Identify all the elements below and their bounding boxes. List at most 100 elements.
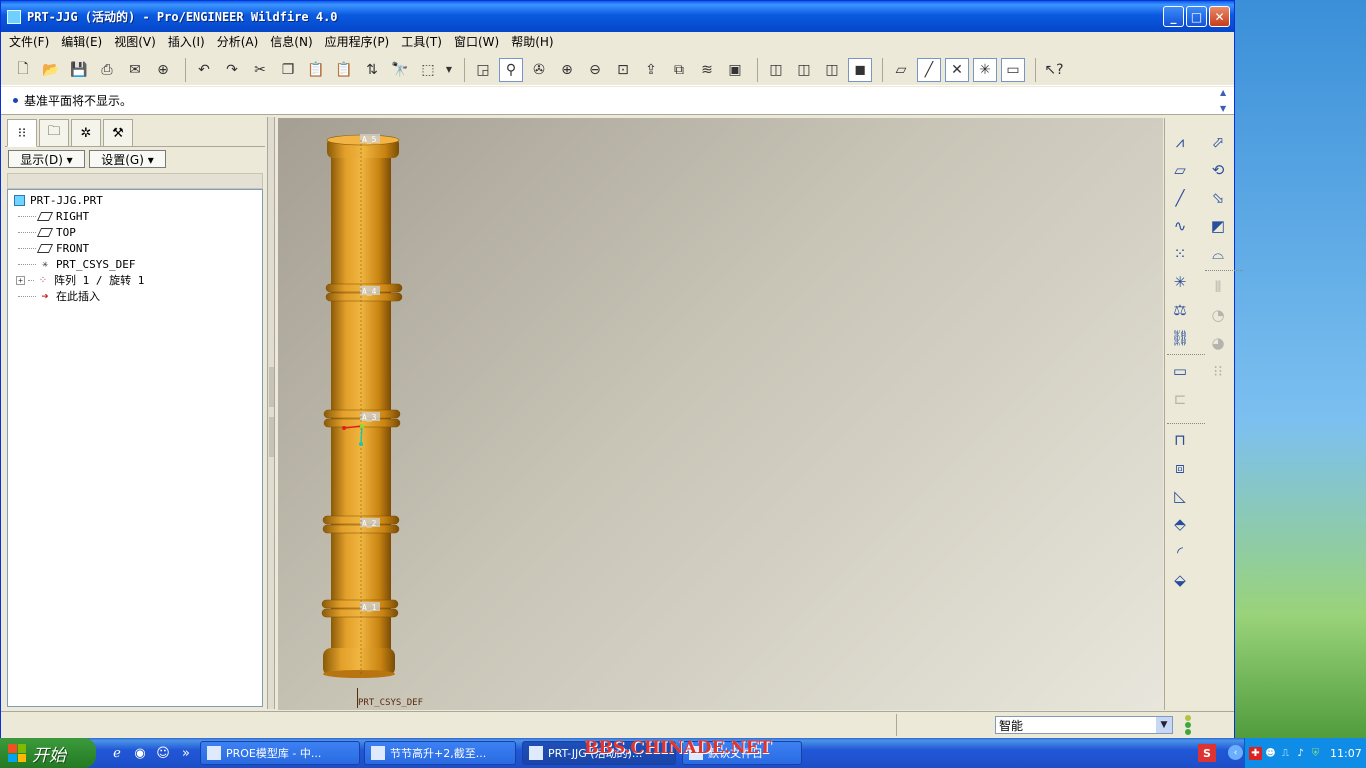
paste-special-icon[interactable]: 📋 xyxy=(332,58,356,82)
mirror-icon[interactable]: ⫴ xyxy=(1205,273,1231,301)
message-scrollbar[interactable]: ▲ ▼ xyxy=(1220,88,1232,113)
menu-help[interactable]: 帮助(H) xyxy=(511,33,553,50)
panel-splitter[interactable] xyxy=(267,117,275,709)
axis-label[interactable]: A_1 xyxy=(362,603,377,612)
shell-icon[interactable]: ⧈ xyxy=(1167,454,1193,482)
hole-icon[interactable]: ⊓ xyxy=(1167,426,1193,454)
style-icon[interactable]: ⌓ xyxy=(1205,240,1231,268)
select-box-icon[interactable]: ⬚ xyxy=(416,58,440,82)
datum-curve-icon[interactable]: ∿ xyxy=(1167,212,1193,240)
menu-window[interactable]: 窗口(W) xyxy=(454,33,499,50)
tree-item-right[interactable]: RIGHT xyxy=(8,208,262,224)
menu-view[interactable]: 视图(V) xyxy=(114,33,156,50)
send-mail-icon[interactable]: ✉ xyxy=(123,58,147,82)
redo-icon[interactable]: ↷ xyxy=(220,58,244,82)
browser-icon[interactable]: ◉ xyxy=(131,744,149,762)
chevron-down-icon[interactable]: ▼ xyxy=(444,58,454,82)
variable-sweep-icon[interactable]: ⬂ xyxy=(1205,184,1231,212)
annotation-tree-icon[interactable]: ⊏ xyxy=(1167,385,1193,413)
axis-label[interactable]: A_2 xyxy=(362,519,377,528)
trim-icon[interactable]: ◕ xyxy=(1205,329,1231,357)
show-more-icon[interactable]: » xyxy=(177,744,195,762)
revolve-icon[interactable]: ⟲ xyxy=(1205,156,1231,184)
datum-point-display-icon[interactable]: ✕ xyxy=(945,57,969,82)
messenger-icon[interactable]: ☺ xyxy=(154,744,172,762)
shading-icon[interactable]: ◼ xyxy=(848,57,872,82)
open-folder-icon[interactable]: 📂 xyxy=(39,58,63,82)
csys-display-icon[interactable]: ✳ xyxy=(973,57,997,82)
datum-plane-icon[interactable]: ▱ xyxy=(1167,156,1193,184)
paste-icon[interactable]: 📋 xyxy=(304,58,328,82)
regenerate-icon[interactable]: ⇅ xyxy=(360,58,384,82)
sketch-datum-curve-icon[interactable]: ⩘ xyxy=(1167,128,1193,156)
task-proe-library[interactable]: PROE模型库 - 中... xyxy=(200,741,360,765)
zoom-out-icon[interactable]: ⊖ xyxy=(583,58,607,82)
show-dropdown[interactable]: 显示(D) ▾ xyxy=(8,150,85,168)
ime-icon[interactable]: S xyxy=(1198,744,1216,762)
model-tree-tab-icon[interactable]: ⁝⁝ xyxy=(7,119,37,147)
title-bar[interactable]: PRT-JJG (活动的) - Pro/ENGINEER Wildfire 4.… xyxy=(1,1,1234,32)
mail-link-icon[interactable]: ⊕ xyxy=(151,58,175,82)
settings-dropdown[interactable]: 设置(G) ▾ xyxy=(89,150,166,168)
menu-insert[interactable]: 插入(I) xyxy=(168,33,205,50)
new-file-icon[interactable]: 🗋 xyxy=(11,58,35,82)
merge-icon[interactable]: ◔ xyxy=(1205,301,1231,329)
favorites-tab-icon[interactable]: ✲ xyxy=(71,119,101,147)
volume-icon[interactable]: ♪ xyxy=(1294,747,1307,760)
extrude-icon[interactable]: ⬀ xyxy=(1205,128,1231,156)
draft-icon[interactable]: ⬘ xyxy=(1167,510,1193,538)
datum-plane-display-icon[interactable]: ▱ xyxy=(889,58,913,82)
menu-info[interactable]: 信息(N) xyxy=(270,33,312,50)
rib-icon[interactable]: ◺ xyxy=(1167,482,1193,510)
hidden-line-icon[interactable]: ◫ xyxy=(792,58,816,82)
collapse-left-icon[interactable] xyxy=(269,367,274,407)
tree-column-header[interactable] xyxy=(7,173,263,189)
repaint-icon[interactable]: ◲ xyxy=(471,58,495,82)
wireframe-icon[interactable]: ◫ xyxy=(764,58,788,82)
graphics-window[interactable]: A_5 A_4 A_3 A_2 A_1 PRT_CSYS_DEF xyxy=(278,118,1163,710)
save-icon[interactable]: 💾 xyxy=(67,58,91,82)
view-manager-icon[interactable]: ▣ xyxy=(723,58,747,82)
menu-file[interactable]: 文件(F) xyxy=(9,33,49,50)
scroll-up-icon[interactable]: ▲ xyxy=(1220,88,1232,97)
security-shield-icon[interactable]: ⛨ xyxy=(1309,747,1322,760)
saved-views-icon[interactable]: ⧉ xyxy=(667,58,691,82)
find-icon[interactable]: 🔭 xyxy=(388,58,412,82)
axis-label[interactable]: A_4 xyxy=(362,287,377,296)
round-icon[interactable]: ◜ xyxy=(1167,538,1193,566)
datum-point-icon[interactable]: ⁙ xyxy=(1167,240,1193,268)
refit-icon[interactable]: ⊡ xyxy=(611,58,635,82)
copy-icon[interactable]: ❐ xyxy=(276,58,300,82)
scroll-down-icon[interactable]: ▼ xyxy=(1220,104,1232,113)
menu-edit[interactable]: 编辑(E) xyxy=(61,33,102,50)
tree-item-insert-here[interactable]: ➔ 在此插入 xyxy=(8,288,262,304)
annotation-feature-icon[interactable]: ▭ xyxy=(1167,357,1193,385)
tree-item-front[interactable]: FRONT xyxy=(8,240,262,256)
no-hidden-icon[interactable]: ◫ xyxy=(820,58,844,82)
reorient-icon[interactable]: ⇪ xyxy=(639,58,663,82)
tray-expand-icon[interactable]: ‹ xyxy=(1228,745,1243,760)
zoom-in-icon[interactable]: ⊕ xyxy=(555,58,579,82)
axis-label[interactable]: A_5 xyxy=(362,135,377,144)
annotation-display-icon[interactable]: ▭ xyxy=(1001,57,1025,82)
collapse-right-icon[interactable] xyxy=(269,417,274,457)
tree-item-pattern[interactable]: + ⁘ 阵列 1 / 旋转 1 xyxy=(8,272,262,288)
menu-applications[interactable]: 应用程序(P) xyxy=(325,33,390,50)
print-icon[interactable]: ⎙ xyxy=(95,58,119,82)
close-button[interactable]: ✕ xyxy=(1209,6,1230,27)
model-canvas[interactable]: A_5 A_4 A_3 A_2 A_1 xyxy=(278,118,1163,710)
spin-center-icon[interactable]: ⚲ xyxy=(499,57,523,82)
maximize-button[interactable]: □ xyxy=(1186,6,1207,27)
tree-root[interactable]: PRT-JJG.PRT xyxy=(8,192,262,208)
axis-label[interactable]: A_3 xyxy=(362,413,377,422)
boundary-blend-icon[interactable]: ◩ xyxy=(1205,212,1231,240)
connections-tab-icon[interactable]: ⚒ xyxy=(103,119,133,147)
cut-icon[interactable]: ✂ xyxy=(248,58,272,82)
tree-item-top[interactable]: TOP xyxy=(8,224,262,240)
layers-icon[interactable]: ≋ xyxy=(695,58,719,82)
tree-item-csys[interactable]: ✳ PRT_CSYS_DEF xyxy=(8,256,262,272)
undo-icon[interactable]: ↶ xyxy=(192,58,216,82)
orient-mode-icon[interactable]: ✇ xyxy=(527,58,551,82)
datum-axis-display-icon[interactable]: ╱ xyxy=(917,57,941,82)
analysis-feature-icon[interactable]: ⚖ xyxy=(1167,296,1193,324)
